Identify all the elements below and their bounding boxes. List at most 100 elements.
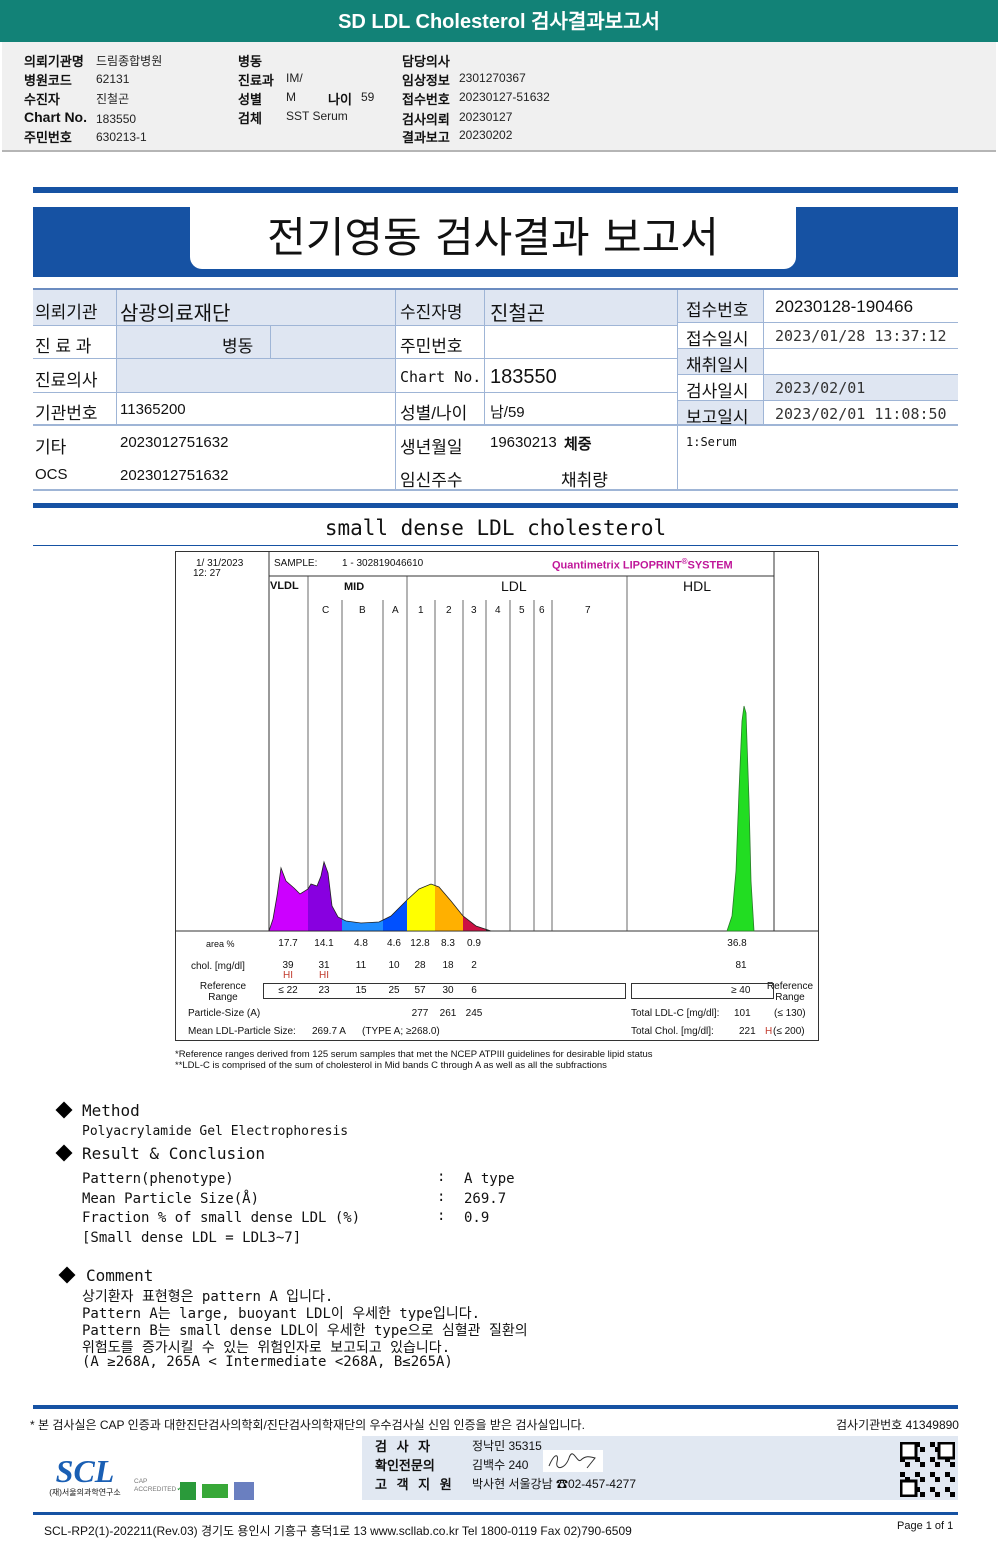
row-label-ref: Reference Range bbox=[199, 981, 247, 1003]
label-receipt-no: 접수번호 bbox=[686, 301, 749, 320]
area-value: 12.8 bbox=[410, 938, 430, 949]
cap-logo: CAP ACCREDITED✓ bbox=[134, 1478, 184, 1493]
group-ldl: LDL bbox=[501, 578, 527, 594]
band-label-1: 1 bbox=[418, 605, 424, 616]
value-dob: 19630213 bbox=[490, 434, 557, 451]
total-ldl: 101 bbox=[734, 1008, 751, 1019]
info-value: 630213-1 bbox=[96, 130, 147, 144]
chol-value: 28 bbox=[414, 960, 426, 971]
value-receipt-no: 20230128-190466 bbox=[775, 297, 914, 316]
footnote-1: *Reference ranges derived from 125 serum… bbox=[175, 1049, 653, 1060]
result-note: [Small dense LDL = LDL3~7] bbox=[82, 1230, 302, 1246]
info-label: 진료과 bbox=[238, 73, 274, 88]
total-chol-label: Total Chol. [mg/dl]: bbox=[631, 1026, 714, 1037]
colon: : bbox=[437, 1189, 446, 1205]
info-label: 검사의뢰 bbox=[402, 112, 450, 127]
mean-type: (TYPE A; ≥268.0) bbox=[362, 1026, 440, 1037]
comment-line: (A ≥268A, 265A < Intermediate <268A, B≤2… bbox=[82, 1354, 453, 1370]
total-ldl-label: Total LDL-C [mg/dl]: bbox=[631, 1008, 720, 1019]
cert-logo bbox=[234, 1482, 254, 1500]
particle-size: 261 bbox=[439, 1008, 457, 1019]
info-value: 59 bbox=[361, 90, 375, 104]
divider bbox=[33, 187, 958, 193]
chol-value: 10 bbox=[388, 960, 400, 971]
result-label: Pattern(phenotype) bbox=[82, 1171, 234, 1187]
label-receipt-dt: 접수일시 bbox=[686, 330, 749, 349]
info-value: M bbox=[286, 90, 296, 104]
label-institution: 의뢰기관 bbox=[35, 303, 98, 322]
result-title: Result & Conclusion bbox=[82, 1144, 266, 1163]
info-label: 접수번호 bbox=[402, 92, 450, 107]
footer-address: SCL-RP2(1)-202211(Rev.03) 경기도 용인시 기흥구 흥덕… bbox=[44, 1524, 632, 1538]
info-label: 담당의사 bbox=[402, 54, 450, 69]
info-value: 183550 bbox=[96, 112, 137, 126]
label-doctor: 진료의사 bbox=[35, 371, 98, 390]
area-value: 0.9 bbox=[467, 938, 481, 949]
examiner-label: 검 사 자 bbox=[375, 1439, 434, 1454]
info-value: 진철곤 bbox=[96, 92, 130, 106]
row-label-chol: chol. [mg/dl] bbox=[191, 961, 245, 972]
signature-image bbox=[543, 1450, 603, 1472]
chart-svg bbox=[176, 552, 818, 932]
info-value: 62131 bbox=[96, 72, 130, 86]
chol-value: 2 bbox=[471, 960, 477, 971]
colon: : bbox=[437, 1169, 446, 1185]
value-report-dt: 2023/02/01 11:08:50 bbox=[775, 405, 947, 423]
info-value: IM/ bbox=[286, 71, 303, 85]
info-label: 결과보고 bbox=[402, 130, 450, 145]
label-test-dt: 검사일시 bbox=[686, 382, 749, 401]
lipoprint-chart: 1/ 31/2023 12: 27 SAMPLE: 1 - 3028190466… bbox=[175, 551, 819, 1041]
qr-code-icon bbox=[900, 1442, 955, 1497]
group-hdl: HDL bbox=[683, 578, 712, 594]
divider bbox=[33, 545, 958, 546]
value-ocs: 2023012751632 bbox=[120, 467, 229, 484]
label-collect-dt: 채취일시 bbox=[686, 356, 749, 375]
confirm-label: 확인전문의 bbox=[375, 1458, 435, 1473]
label-ssn: 주민번호 bbox=[400, 337, 463, 356]
particle-size: 245 bbox=[465, 1008, 483, 1019]
band-label-3: 3 bbox=[471, 605, 477, 616]
info-label: 성별 bbox=[238, 92, 262, 107]
info-label: 검체 bbox=[238, 111, 262, 126]
info-label: 병원코드 bbox=[24, 73, 72, 88]
info-value: SST Serum bbox=[286, 109, 348, 123]
support-label: 고 객 지 원 bbox=[375, 1477, 455, 1492]
label-patient: 수진자명 bbox=[400, 303, 463, 322]
cert-logo bbox=[180, 1482, 196, 1500]
info-label: 병동 bbox=[238, 54, 262, 69]
value-specimen: 1:Serum bbox=[686, 435, 737, 449]
chol-value: 11 bbox=[355, 960, 367, 971]
scl-logo: SCL (재)서울의과학연구소 bbox=[40, 1455, 130, 1498]
total-chol-ref: (≤ 200) bbox=[773, 1026, 805, 1037]
brand-name: Quantimetrix LIPOPRINT bbox=[552, 559, 682, 572]
info-label: Chart No. bbox=[24, 109, 87, 125]
label-ward: 병동 bbox=[222, 337, 254, 356]
scl-logo-sub: (재)서울의과학연구소 bbox=[49, 1488, 121, 1497]
row-label-area: area % bbox=[206, 939, 235, 949]
value-institution: 삼광의료재단 bbox=[120, 303, 231, 325]
info-label: 주민번호 bbox=[24, 130, 72, 145]
lab-inst-no: 검사기관번호 41349890 bbox=[836, 1418, 959, 1432]
examiner: 정낙민 35315 bbox=[472, 1439, 542, 1453]
hdl-peak bbox=[726, 705, 755, 932]
label-sexage: 성별/나이 bbox=[400, 404, 468, 423]
patient-info-panel: 의뢰기관명 드림종합병원 병원코드 62131 수진자 진철곤 Chart No. 18… bbox=[2, 42, 996, 152]
value-sexage: 남/59 bbox=[490, 404, 525, 421]
info-label: 수진자 bbox=[24, 92, 60, 107]
colon: : bbox=[437, 1208, 446, 1224]
band-label-5: 5 bbox=[519, 605, 525, 616]
sample-label: SAMPLE: bbox=[274, 558, 318, 569]
row-label-mean: Mean LDL-Particle Size: bbox=[188, 1026, 296, 1037]
info-value: 20230127 bbox=[459, 110, 513, 124]
hdl-reference-box bbox=[631, 983, 774, 999]
band-label-7: 7 bbox=[585, 605, 591, 616]
area-value: 4.8 bbox=[354, 938, 368, 949]
value-test-dt: 2023/02/01 bbox=[775, 379, 866, 397]
divider bbox=[33, 1405, 958, 1409]
result-value: 0.9 bbox=[464, 1210, 490, 1226]
band-label-B: B bbox=[359, 605, 366, 616]
row-label-particle: Particle-Size (A) bbox=[188, 1008, 261, 1019]
info-value: 드림종합병원 bbox=[96, 54, 163, 68]
report-title: 전기영동 검사결과 보고서 bbox=[267, 213, 719, 262]
bullet-diamond-icon bbox=[55, 1144, 73, 1162]
